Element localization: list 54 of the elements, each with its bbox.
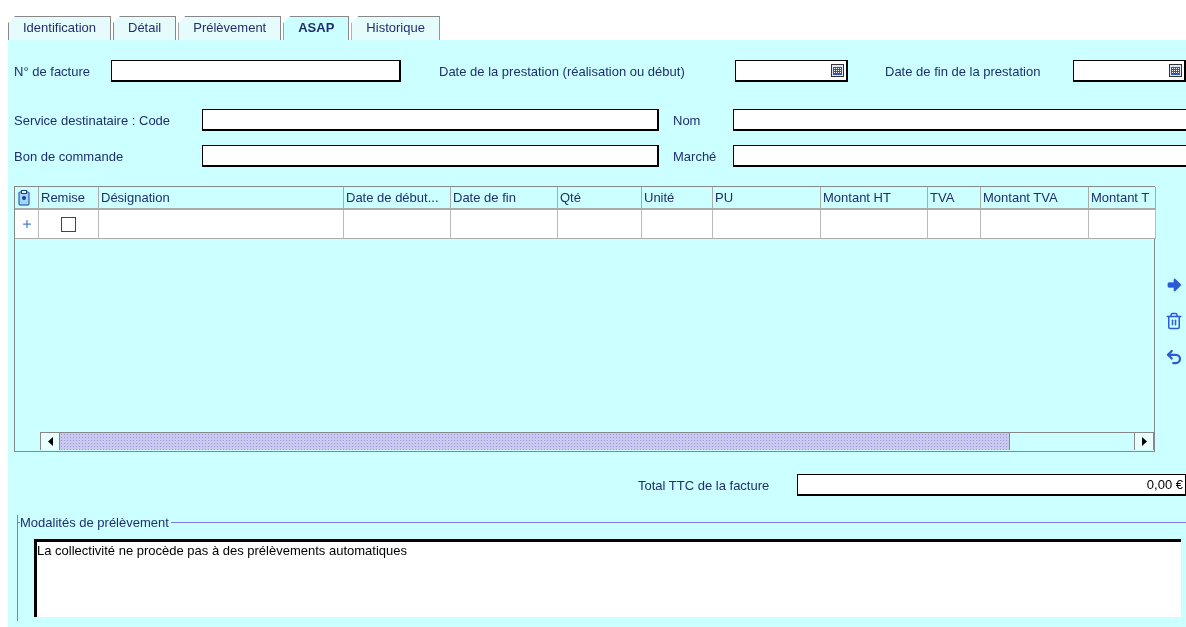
scrollbar-thumb[interactable] <box>60 433 1010 450</box>
left-triangle-icon <box>47 437 53 446</box>
table-cell[interactable] <box>928 210 981 239</box>
text-area[interactable]: La collectivité ne procède pas à des prélèvements automatiques <box>34 539 1181 617</box>
column-header[interactable]: Qté <box>558 187 642 210</box>
table-cell[interactable] <box>713 210 821 239</box>
tab[interactable]: Prélèvement <box>178 16 282 40</box>
table-cell[interactable] <box>821 210 928 239</box>
column-header[interactable]: Remise <box>39 187 99 210</box>
tab[interactable]: ASAP <box>283 16 350 40</box>
table-cell[interactable] <box>642 210 713 239</box>
field-label: Date de fin de la prestation <box>885 63 1042 79</box>
table-cell[interactable] <box>1089 210 1156 239</box>
column-header[interactable]: Unité <box>642 187 713 210</box>
column-header[interactable]: Montant TVA <box>981 187 1089 210</box>
input-field[interactable] <box>202 109 659 131</box>
input-field[interactable] <box>733 109 1186 131</box>
scroll-left-button[interactable] <box>40 433 60 450</box>
table-cell[interactable] <box>981 210 1089 239</box>
column-header[interactable]: Désignation <box>99 187 344 210</box>
column-header[interactable]: Date de fin <box>451 187 558 210</box>
field-label: Date de la prestation (réalisation ou début) <box>439 63 686 79</box>
right-triangle-icon <box>1141 437 1147 446</box>
date-field[interactable] <box>735 60 848 82</box>
table-cell[interactable] <box>451 210 558 239</box>
table-cell[interactable] <box>344 210 451 239</box>
column-header[interactable]: TVA <box>928 187 981 210</box>
field-label: Bon de commande <box>14 148 125 164</box>
column-header[interactable]: Date de début... <box>344 187 451 210</box>
total-label: Total TTC de la facture <box>638 477 771 493</box>
tab[interactable]: Détail <box>113 16 177 40</box>
column-header[interactable]: PU <box>713 187 821 210</box>
column-header[interactable]: Montant T <box>1089 187 1156 210</box>
checkbox[interactable] <box>61 216 76 232</box>
input-field[interactable] <box>202 145 659 167</box>
field-label: Nom <box>673 112 702 128</box>
calendar-icon[interactable] <box>1169 64 1182 77</box>
column-header[interactable]: Montant HT <box>821 187 928 210</box>
input-field[interactable] <box>733 145 1186 167</box>
table-cell[interactable] <box>558 210 642 239</box>
tab[interactable]: Historique <box>351 16 440 40</box>
date-field[interactable] <box>1073 60 1186 82</box>
calendar-icon[interactable] <box>831 64 844 77</box>
scroll-right-button[interactable] <box>1134 433 1154 450</box>
clipboard-icon[interactable] <box>17 189 31 206</box>
input-field[interactable] <box>111 60 401 82</box>
add-row-icon[interactable] <box>20 218 33 230</box>
tab[interactable]: Identification <box>8 16 111 40</box>
field-label: Marché <box>673 148 718 164</box>
table-cell[interactable] <box>99 210 344 239</box>
field-label: N° de facture <box>14 63 91 79</box>
field-label: Service destinataire : Code <box>14 112 172 128</box>
total-value: 0,00 € <box>1146 477 1183 492</box>
total-field[interactable]: 0,00 € <box>797 474 1186 496</box>
